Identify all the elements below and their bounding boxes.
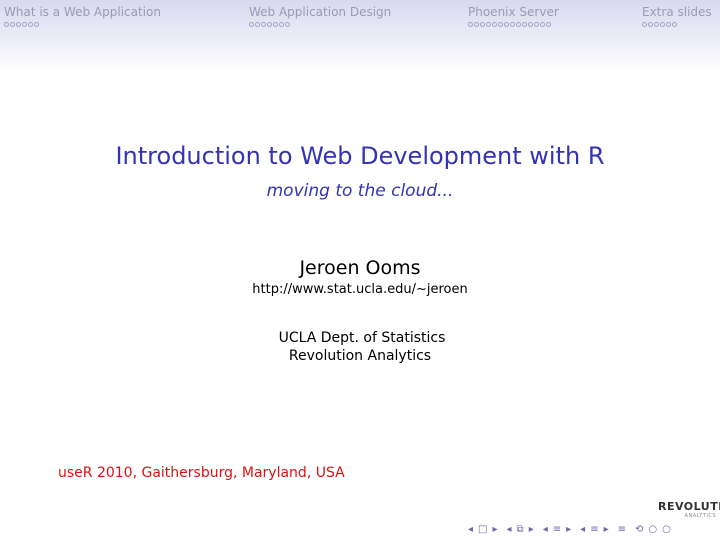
slide-dot[interactable] bbox=[486, 22, 491, 27]
prev-section-icon[interactable]: ◂ bbox=[543, 524, 548, 536]
next-subsection-icon[interactable]: ▸ bbox=[529, 524, 534, 536]
next-document-icon[interactable]: ▸ bbox=[604, 524, 609, 536]
slide-dot[interactable] bbox=[22, 22, 27, 27]
beamer-navigation-controls: ◂ □ ▸ ◂ ⧉ ▸ ◂ ≡ ▸ ◂ ≡ ▸ ≡ ⟲ ○ ○ bbox=[468, 523, 676, 537]
slide-dot[interactable] bbox=[4, 22, 9, 27]
logo-wordmark: REVOLUTION bbox=[658, 500, 720, 513]
section-icon[interactable]: ≡ bbox=[553, 524, 561, 536]
slide-dot[interactable] bbox=[255, 22, 260, 27]
slide-dots bbox=[4, 22, 161, 27]
author-name: Jeroen Ooms bbox=[299, 257, 421, 279]
slide-dots bbox=[642, 22, 712, 27]
slide-dot[interactable] bbox=[546, 22, 551, 27]
slide-dot[interactable] bbox=[267, 22, 272, 27]
slide-dot[interactable] bbox=[672, 22, 677, 27]
prev-slide-icon[interactable]: ◂ bbox=[468, 524, 473, 536]
affiliation-ucla: UCLA Dept. of Statistics bbox=[278, 330, 446, 346]
next-slide-icon[interactable]: ▸ bbox=[492, 524, 497, 536]
document-icon[interactable]: ≡ bbox=[590, 524, 598, 536]
nav-section-label: What is a Web Application bbox=[4, 5, 161, 19]
slide-dot[interactable] bbox=[261, 22, 266, 27]
next-section-icon[interactable]: ▸ bbox=[566, 524, 571, 536]
slide-dot[interactable] bbox=[474, 22, 479, 27]
affiliation-revolution: Revolution Analytics bbox=[288, 348, 432, 364]
slide-dot[interactable] bbox=[492, 22, 497, 27]
slide-dot[interactable] bbox=[498, 22, 503, 27]
nav-section-label: Web Application Design bbox=[249, 5, 392, 19]
slide-dot[interactable] bbox=[16, 22, 21, 27]
nav-section-web-app-design[interactable]: Web Application Design bbox=[249, 5, 391, 27]
slide-dot[interactable] bbox=[10, 22, 15, 27]
slide-dot[interactable] bbox=[654, 22, 659, 27]
nav-section-what-is-web-app[interactable]: What is a Web Application bbox=[4, 5, 161, 27]
prev-document-icon[interactable]: ◂ bbox=[580, 524, 585, 536]
nav-section-label: Phoenix Server bbox=[468, 5, 559, 19]
slide-dot[interactable] bbox=[510, 22, 515, 27]
slide-dot[interactable] bbox=[522, 22, 527, 27]
slide-dot[interactable] bbox=[468, 22, 473, 27]
slide-dot[interactable] bbox=[279, 22, 284, 27]
nav-section-label: Extra slides bbox=[642, 5, 712, 19]
slide-dots bbox=[468, 22, 559, 27]
slide-frame-icon[interactable]: □ bbox=[478, 524, 487, 536]
appendix-icon[interactable]: ≡ bbox=[618, 524, 626, 536]
slide-subtitle: moving to the cloud... bbox=[266, 181, 454, 201]
back-icon[interactable]: ○ bbox=[648, 524, 657, 536]
slide-dot[interactable] bbox=[28, 22, 33, 27]
slide-dot[interactable] bbox=[534, 22, 539, 27]
slide-dot[interactable] bbox=[480, 22, 485, 27]
conference-footer: useR 2010, Gaithersburg, Maryland, USA bbox=[58, 465, 345, 481]
slide-dot[interactable] bbox=[648, 22, 653, 27]
subsection-icon[interactable]: ⧉ bbox=[517, 524, 524, 536]
nav-section-extra-slides[interactable]: Extra slides bbox=[642, 5, 712, 27]
nav-section-phoenix-server[interactable]: Phoenix Server bbox=[468, 5, 559, 27]
slide-dots bbox=[249, 22, 391, 27]
slide-dot[interactable] bbox=[642, 22, 647, 27]
slide-dot[interactable] bbox=[666, 22, 671, 27]
forward-icon[interactable]: ○ bbox=[662, 524, 671, 536]
slide-dot[interactable] bbox=[504, 22, 509, 27]
prev-subsection-icon[interactable]: ◂ bbox=[507, 524, 512, 536]
logo-subtext: ANALYTICS bbox=[684, 513, 716, 519]
slide-dot[interactable] bbox=[540, 22, 545, 27]
slide-dot[interactable] bbox=[528, 22, 533, 27]
slide-dot[interactable] bbox=[660, 22, 665, 27]
author-url[interactable]: http://www.stat.ucla.edu/~jeroen bbox=[0, 282, 720, 298]
slide-dot[interactable] bbox=[285, 22, 290, 27]
slide-dot[interactable] bbox=[34, 22, 39, 27]
slide-dot[interactable] bbox=[249, 22, 254, 27]
section-navigation-bar: What is a Web Application Web Applicatio… bbox=[0, 0, 720, 72]
revolution-analytics-logo: REVOLUTION ANALYTICS bbox=[658, 500, 720, 524]
slide-title: Introduction to Web Development with R bbox=[115, 142, 605, 170]
slide-dot[interactable] bbox=[273, 22, 278, 27]
search-icon[interactable]: ⟲ bbox=[635, 524, 643, 536]
slide-dot[interactable] bbox=[516, 22, 521, 27]
